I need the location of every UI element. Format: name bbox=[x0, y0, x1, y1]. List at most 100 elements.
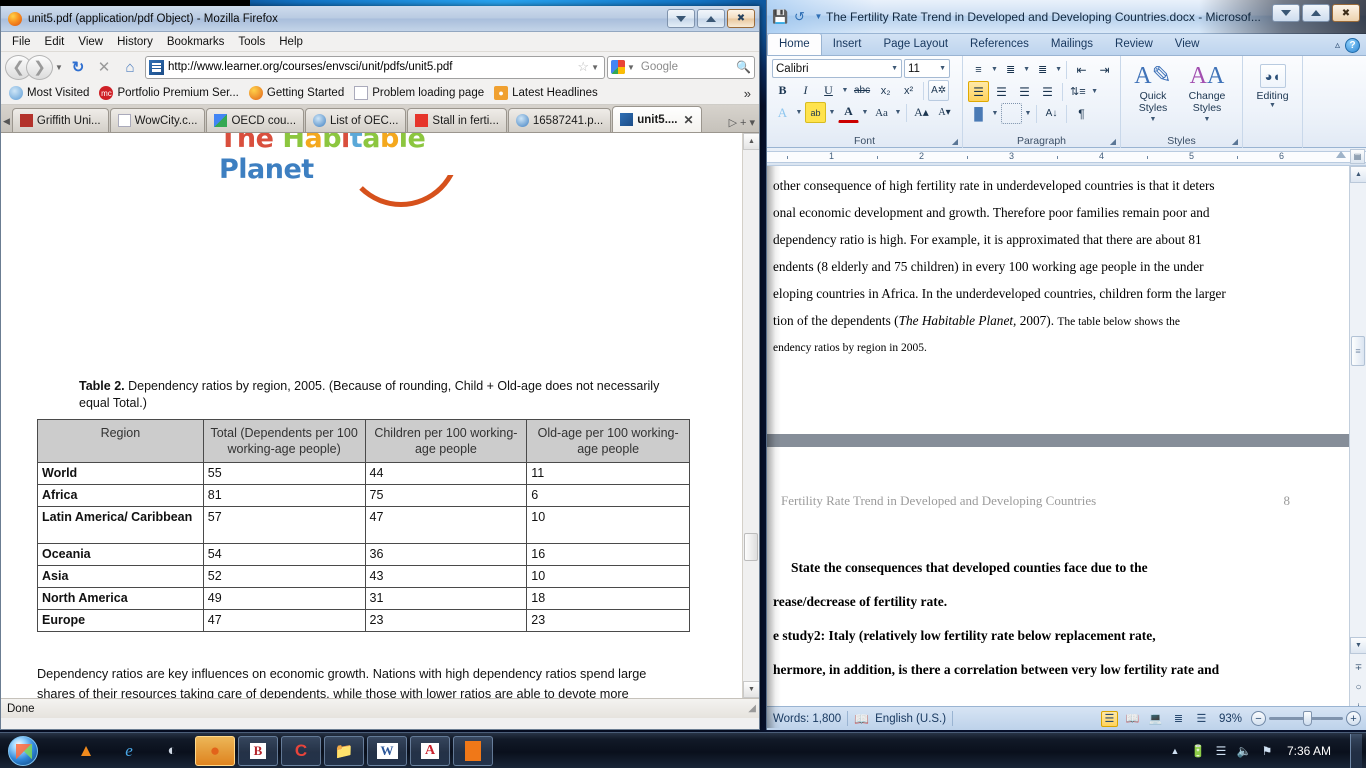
taskbar-item-adobe-reader[interactable]: A bbox=[410, 735, 450, 766]
firefox-titlebar[interactable]: unit5.pdf (application/pdf Object) - Moz… bbox=[1, 6, 759, 32]
search-bar[interactable]: ▼ Google 🔍 bbox=[607, 55, 755, 79]
help-icon[interactable]: ? bbox=[1345, 38, 1360, 53]
increase-indent-icon[interactable]: ⇥ bbox=[1094, 59, 1115, 80]
show-desktop-button[interactable] bbox=[1350, 733, 1362, 768]
text-effects-dropdown-icon[interactable]: ▼ bbox=[795, 109, 803, 116]
change-case-icon[interactable]: Aa bbox=[871, 102, 892, 123]
tab-griffith-uni[interactable]: Griffith Uni... bbox=[11, 108, 109, 132]
undo-icon[interactable]: ↺ bbox=[792, 9, 807, 24]
editing-dropdown-icon[interactable]: ▼ bbox=[1269, 102, 1276, 109]
action-center-flag-icon[interactable]: ⚑ bbox=[1260, 743, 1274, 758]
line-spacing-icon[interactable]: ⇅≡ bbox=[1067, 81, 1089, 102]
show-formatting-marks-icon[interactable]: ¶ bbox=[1071, 103, 1092, 124]
shading-icon[interactable]: █ bbox=[968, 103, 989, 124]
tab-stall-in-fertility[interactable]: Stall in ferti... bbox=[407, 108, 507, 132]
firefox-restore-button[interactable] bbox=[697, 9, 725, 28]
new-tab-icon[interactable]: + bbox=[740, 117, 746, 129]
proofing-errors-icon[interactable]: 📖 bbox=[854, 712, 869, 726]
bookmark-latest-headlines[interactable]: ● Latest Headlines bbox=[490, 85, 602, 101]
word-page-2[interactable]: Fertility Rate Trend in Developed and De… bbox=[767, 447, 1350, 728]
bookmark-portfolio[interactable]: mc Portfolio Premium Ser... bbox=[95, 85, 242, 101]
taskbar-items[interactable]: ▲ e ◐ ● B C 📁 W A bbox=[66, 735, 493, 766]
bookmark-problem-loading-page[interactable]: Problem loading page bbox=[350, 85, 488, 101]
change-styles-dropdown-icon[interactable]: ▼ bbox=[1204, 114, 1211, 126]
quick-access-toolbar[interactable]: 💾 ↺ ▼ bbox=[767, 9, 826, 24]
change-case-dropdown-icon[interactable]: ▼ bbox=[894, 109, 902, 116]
firefox-tab-strip[interactable]: ◀ Griffith Uni... WowCity.c... OECD cou.… bbox=[1, 105, 759, 133]
language-label[interactable]: English (U.S.) bbox=[875, 713, 946, 725]
multilevel-dropdown-icon[interactable]: ▼ bbox=[1055, 66, 1062, 73]
word-ribbon[interactable]: Calibri ▼ 11 ▼ B I U ▼ abc x₂ x² A✲ A ▼ … bbox=[767, 56, 1366, 148]
bookmark-most-visited[interactable]: Most Visited bbox=[5, 85, 93, 101]
forward-button[interactable]: ❯ bbox=[26, 54, 53, 80]
text-effects-icon[interactable]: A bbox=[772, 102, 793, 123]
decrease-indent-icon[interactable]: ⇤ bbox=[1071, 59, 1092, 80]
tab-scroll-right-icon[interactable]: ▷ bbox=[729, 116, 737, 129]
previous-page-icon[interactable]: ∓ bbox=[1350, 658, 1366, 676]
quick-styles-button[interactable]: A✎ Quick Styles ▼ bbox=[1126, 60, 1180, 126]
tab-view[interactable]: View bbox=[1164, 34, 1211, 55]
shading-dropdown-icon[interactable]: ▼ bbox=[991, 110, 999, 117]
menu-help[interactable]: Help bbox=[272, 34, 310, 50]
tab-list-of-oecd[interactable]: List of OEC... bbox=[305, 108, 407, 132]
align-center-button[interactable]: ☰ bbox=[991, 81, 1012, 102]
word-ribbon-tabs[interactable]: Home Insert Page Layout References Maili… bbox=[767, 33, 1366, 56]
zoom-out-button[interactable]: − bbox=[1251, 711, 1266, 726]
firefox-navigation-toolbar[interactable]: ❮ ❯ ▼ ↻ ✕ ⌂ http://www.learner.org/cours… bbox=[1, 52, 759, 82]
view-outline-button[interactable]: ≣ bbox=[1170, 711, 1187, 727]
word-vertical-scrollbar[interactable]: ▲ ≡ ▼ ∓ ○ ∔ bbox=[1349, 166, 1366, 728]
strikethrough-button[interactable]: abc bbox=[851, 80, 873, 101]
underline-dropdown-icon[interactable]: ▼ bbox=[841, 87, 849, 94]
styles-dialog-launcher-icon[interactable]: ◢ bbox=[1232, 137, 1238, 146]
tab-16587241-pdf[interactable]: 16587241.p... bbox=[507, 108, 612, 132]
word-window[interactable]: 💾 ↺ ▼ The Fertility Rate Trend in Develo… bbox=[766, 0, 1366, 730]
tab-home[interactable]: Home bbox=[767, 33, 822, 55]
url-bar[interactable]: http://www.learner.org/courses/envsci/un… bbox=[145, 55, 605, 79]
network-icon[interactable]: ☰ bbox=[1214, 743, 1228, 758]
firefox-close-button[interactable]: ✖ bbox=[727, 9, 755, 28]
font-color-icon[interactable]: A bbox=[838, 102, 859, 123]
tab-insert[interactable]: Insert bbox=[822, 34, 873, 55]
search-icon[interactable]: 🔍 bbox=[736, 60, 751, 74]
word-paragraph-body[interactable]: other consequence of high fertility rate… bbox=[767, 166, 1350, 360]
view-full-screen-reading-button[interactable]: 📖 bbox=[1124, 711, 1141, 727]
font-dialog-launcher-icon[interactable]: ◢ bbox=[952, 137, 958, 146]
superscript-button[interactable]: x² bbox=[898, 80, 919, 101]
system-tray[interactable]: ▲ 🔋 ☰ 🔈 ⚑ 7:36 AM bbox=[1168, 733, 1366, 768]
word-status-bar[interactable]: Words: 1,800 📖 English (U.S.) ☰ 📖 💻 ≣ ☰ … bbox=[767, 706, 1366, 730]
word-restore-button[interactable] bbox=[1302, 4, 1330, 22]
save-icon[interactable]: 💾 bbox=[772, 9, 788, 24]
bold-button[interactable]: B bbox=[772, 80, 793, 101]
urlbar-dropdown-icon[interactable]: ▼ bbox=[591, 63, 599, 72]
windows-taskbar[interactable]: ▲ e ◐ ● B C 📁 W A ▲ 🔋 ☰ 🔈 ⚑ 7:36 AM bbox=[0, 732, 1366, 768]
taskbar-item-orange-app[interactable] bbox=[453, 735, 493, 766]
word-page2-body[interactable]: State the consequences that developed co… bbox=[767, 509, 1350, 687]
view-ruler-toggle-icon[interactable]: ▤ bbox=[1350, 149, 1365, 164]
scroll-up-icon[interactable]: ▲ bbox=[1350, 166, 1366, 183]
scroll-up-icon[interactable]: ▲ bbox=[743, 133, 759, 150]
sort-icon[interactable]: A↓ bbox=[1041, 103, 1062, 124]
tab-mailings[interactable]: Mailings bbox=[1040, 34, 1104, 55]
show-hidden-icons-icon[interactable]: ▲ bbox=[1168, 743, 1182, 758]
tab-strip-controls[interactable]: ▷ + ▾ bbox=[725, 116, 759, 132]
bookmarks-toolbar[interactable]: Most Visited mc Portfolio Premium Ser...… bbox=[1, 82, 759, 105]
firefox-window[interactable]: unit5.pdf (application/pdf Object) - Moz… bbox=[0, 6, 760, 730]
multilevel-list-icon[interactable]: ≣ bbox=[1032, 59, 1053, 80]
scroll-down-icon[interactable]: ▼ bbox=[743, 681, 759, 698]
tab-scroll-left-icon[interactable]: ◀ bbox=[3, 116, 12, 132]
zoom-thumb[interactable] bbox=[1303, 711, 1312, 726]
menu-view[interactable]: View bbox=[71, 34, 110, 50]
pdf-vertical-scrollbar[interactable]: ▲ ▼ bbox=[742, 133, 759, 698]
borders-icon[interactable] bbox=[1001, 103, 1022, 124]
menu-edit[interactable]: Edit bbox=[38, 34, 72, 50]
view-draft-button[interactable]: ☰ bbox=[1193, 711, 1210, 727]
chevron-down-icon[interactable]: ▼ bbox=[939, 65, 946, 72]
highlight-dropdown-icon[interactable]: ▼ bbox=[828, 109, 836, 116]
taskbar-item-opera[interactable]: ◐ bbox=[152, 736, 192, 766]
word-count[interactable]: Words: 1,800 bbox=[773, 713, 841, 725]
tab-wowcity[interactable]: WowCity.c... bbox=[109, 108, 206, 132]
editing-button[interactable]: ◕◖ Editing ▼ bbox=[1249, 62, 1297, 128]
subscript-button[interactable]: x₂ bbox=[875, 80, 896, 101]
bookmark-star-icon[interactable]: ☆ bbox=[577, 59, 589, 75]
firefox-window-controls[interactable]: ✖ bbox=[667, 9, 755, 28]
